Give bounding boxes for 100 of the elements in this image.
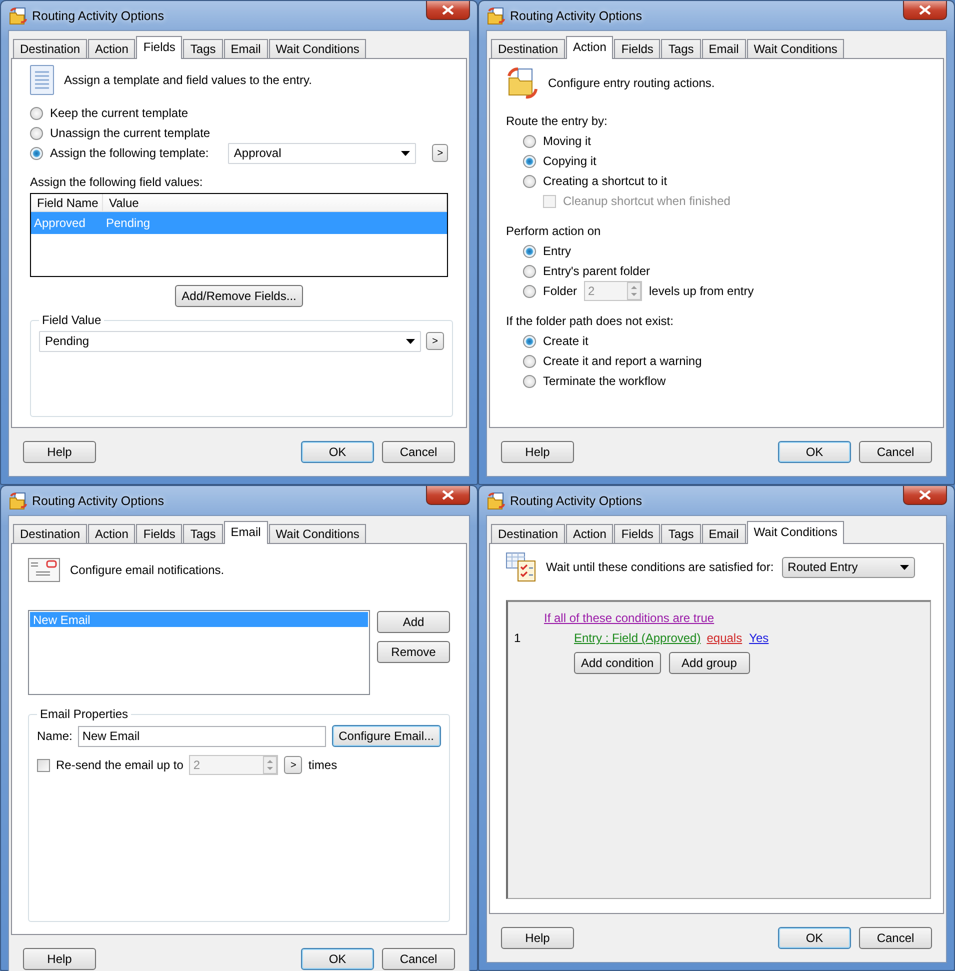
section-label: Perform action on xyxy=(506,224,601,238)
folder-document-icon xyxy=(487,492,505,510)
tab[interactable]: Fields xyxy=(136,36,182,59)
cancel-button[interactable]: Cancel xyxy=(859,927,932,949)
remove-button[interactable]: Remove xyxy=(377,641,450,663)
tab[interactable]: Wait Conditions xyxy=(746,39,844,58)
help-button[interactable]: Help xyxy=(501,927,574,949)
name-field[interactable]: New Email xyxy=(78,726,326,746)
close-button[interactable] xyxy=(426,486,470,505)
folder-arrows-icon xyxy=(506,67,538,99)
column-header[interactable]: Field Name xyxy=(31,194,103,211)
option-label: Entry's parent folder xyxy=(543,264,650,278)
ok-button[interactable]: OK xyxy=(778,441,851,463)
tab[interactable]: Destination xyxy=(13,524,88,543)
radio-button[interactable] xyxy=(523,334,536,348)
option-label: Assign the following template: xyxy=(50,146,209,160)
group-heading-link[interactable]: If all of these conditions are true xyxy=(544,611,714,625)
window-title: Routing Activity Options xyxy=(510,8,642,22)
tab[interactable]: Destination xyxy=(13,39,88,58)
radio-button[interactable] xyxy=(523,284,536,298)
option-label: Create it xyxy=(543,334,588,348)
add-group-button[interactable]: Add group xyxy=(668,652,750,674)
radio-button[interactable] xyxy=(30,126,43,140)
cancel-button[interactable]: Cancel xyxy=(382,441,455,463)
add-remove-fields-button[interactable]: Add/Remove Fields... xyxy=(174,285,304,307)
tab[interactable]: Wait Conditions xyxy=(746,521,844,544)
tab[interactable]: Destination xyxy=(491,524,566,543)
template-select[interactable]: Approval xyxy=(228,142,416,164)
ok-button[interactable]: OK xyxy=(301,948,374,970)
section-label: Route the entry by: xyxy=(506,114,608,128)
browse-button[interactable]: > xyxy=(426,332,444,350)
option-suffix: times xyxy=(308,758,338,772)
tab[interactable]: Fields xyxy=(614,524,660,543)
close-button[interactable] xyxy=(426,1,470,20)
tab[interactable]: Tags xyxy=(183,524,223,543)
ok-button[interactable]: OK xyxy=(778,927,851,949)
tab[interactable]: Email xyxy=(702,39,746,58)
radio-button[interactable] xyxy=(523,354,536,368)
tab[interactable]: Action xyxy=(566,524,614,543)
close-button[interactable] xyxy=(903,1,947,20)
tab[interactable]: Email xyxy=(702,524,746,543)
checklist-icon xyxy=(506,552,538,582)
option-label: Create it and report a warning xyxy=(543,354,702,368)
window-title: Routing Activity Options xyxy=(32,494,164,508)
target-select[interactable]: Routed Entry xyxy=(782,556,915,578)
tab[interactable]: Action xyxy=(88,39,136,58)
help-button[interactable]: Help xyxy=(23,441,96,463)
tab[interactable]: Fields xyxy=(136,524,182,543)
tab[interactable]: Email xyxy=(224,39,268,58)
radio-button[interactable] xyxy=(30,106,43,120)
field-value-select[interactable]: Pending xyxy=(39,330,421,352)
option-label: Folder xyxy=(543,284,578,298)
ok-button[interactable]: OK xyxy=(301,441,374,463)
checkbox[interactable] xyxy=(37,758,50,772)
caret-icon xyxy=(400,150,410,156)
tab[interactable]: Fields xyxy=(614,39,660,58)
folder-document-icon xyxy=(9,492,27,510)
folder-document-icon xyxy=(487,6,505,24)
group-title: Field Value xyxy=(41,313,102,327)
option-label: Unassign the current template xyxy=(50,126,210,140)
tab[interactable]: Action xyxy=(88,524,136,543)
radio-button[interactable] xyxy=(523,264,536,278)
help-button[interactable]: Help xyxy=(23,948,96,970)
configure-email-button[interactable]: Configure Email... xyxy=(332,725,441,747)
browse-button[interactable]: > xyxy=(284,756,302,774)
tab[interactable]: Tags xyxy=(661,39,701,58)
radio-button[interactable] xyxy=(523,154,536,168)
operator-link[interactable]: equals xyxy=(706,631,742,645)
tab[interactable]: Tags xyxy=(661,524,701,543)
radio-button[interactable] xyxy=(523,174,536,188)
tab[interactable]: Destination xyxy=(491,39,566,58)
value-link[interactable]: Yes xyxy=(749,631,769,645)
window-title: Routing Activity Options xyxy=(32,8,164,22)
option-label: Entry xyxy=(543,244,572,258)
radio-button[interactable] xyxy=(523,374,536,388)
help-button[interactable]: Help xyxy=(501,441,574,463)
cancel-button[interactable]: Cancel xyxy=(382,948,455,970)
section-label: If the folder path does not exist: xyxy=(506,314,674,328)
caret-icon xyxy=(406,338,415,344)
header-text: Wait until these conditions are satisfied for: xyxy=(546,560,774,574)
browse-button[interactable]: > xyxy=(432,144,448,162)
tab[interactable]: Tags xyxy=(183,39,223,58)
option-label: Moving it xyxy=(543,134,592,148)
header-text: Assign a template and field values to the entry. xyxy=(64,73,312,87)
close-button[interactable] xyxy=(903,486,947,505)
cancel-button[interactable]: Cancel xyxy=(859,441,932,463)
radio-button[interactable] xyxy=(523,134,536,148)
tab[interactable]: Email xyxy=(224,521,268,544)
column-header[interactable]: Value xyxy=(103,194,447,211)
tab[interactable]: Wait Conditions xyxy=(268,524,366,543)
add-condition-button[interactable]: Add condition xyxy=(574,652,661,674)
document-icon xyxy=(30,65,54,95)
radio-button[interactable] xyxy=(523,244,536,258)
radio-button[interactable] xyxy=(30,146,43,160)
tab[interactable]: Wait Conditions xyxy=(268,39,366,58)
field-link[interactable]: Entry : Field (Approved) xyxy=(574,631,701,645)
header-text: Configure entry routing actions. xyxy=(548,76,715,90)
add-button[interactable]: Add xyxy=(377,611,450,633)
table-cell-text: Approved xyxy=(33,216,86,230)
tab[interactable]: Action xyxy=(566,36,614,59)
